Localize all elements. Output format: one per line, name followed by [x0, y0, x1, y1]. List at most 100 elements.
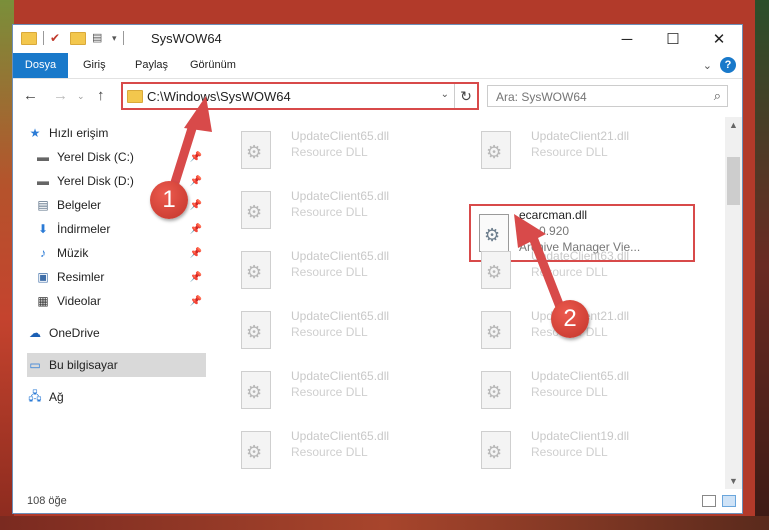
address-bar[interactable]: C:\Windows\SysWOW64 ⌄ ↻ [121, 82, 479, 110]
sidebar-item-label: Yerel Disk (C:) [57, 150, 134, 164]
file-tile[interactable]: UpdateClient65.dll Resource DLL [471, 363, 691, 419]
file-tile[interactable]: UpdateClient65.dll Resource DLL [231, 243, 451, 299]
close-button[interactable]: ✕ [696, 25, 742, 53]
maximize-button[interactable]: ☐ [650, 25, 696, 53]
file-name: UpdateClient65.dll [291, 429, 390, 443]
tab-home[interactable]: Giriş [83, 53, 106, 78]
file-name: ecarcman.dll [519, 208, 588, 222]
file-tile[interactable]: UpdateClient65.dll Resource DLL [231, 303, 451, 359]
address-path[interactable]: C:\Windows\SysWOW64 [147, 89, 291, 104]
scroll-up-icon[interactable]: ▲ [725, 117, 742, 133]
up-button[interactable]: ↑ [97, 87, 105, 104]
sidebar-item-pictures[interactable]: ▣ Resimler 📌 [35, 265, 206, 289]
file-name: UpdateClient65.dll [291, 309, 390, 323]
file-name: UpdateClient65.dll [531, 369, 630, 383]
tab-share[interactable]: Paylaş [135, 53, 168, 78]
file-name: UpdateClient19.dll [531, 429, 630, 443]
sidebar-item-network[interactable]: 🖧 Ağ [27, 385, 206, 409]
details-view-icon[interactable] [702, 495, 716, 507]
dll-file-icon [241, 131, 271, 169]
item-count: 108 öğe [27, 495, 67, 507]
dll-file-icon [481, 131, 511, 169]
pin-icon: 📌 [189, 151, 202, 163]
file-tile[interactable]: UpdateClient65.dll Resource DLL [231, 123, 451, 179]
pin-icon: 📌 [189, 271, 202, 283]
pin-icon: 📌 [189, 199, 202, 211]
sidebar-item-onedrive[interactable]: ☁ OneDrive [27, 321, 206, 345]
title-divider [122, 31, 124, 45]
pin-icon: 📌 [189, 223, 202, 235]
file-name: UpdateClient65.dll [291, 369, 390, 383]
sidebar-item-label: Belgeler [57, 198, 102, 212]
minimize-button[interactable]: ─ [604, 25, 650, 53]
search-icon[interactable]: ⌕ [714, 88, 721, 104]
recent-dropdown-icon[interactable]: ⌄ [77, 91, 85, 102]
file-name: UpdateClient65.dll [291, 189, 390, 203]
sidebar-item-this-pc[interactable]: ▭ Bu bilgisayar [27, 353, 206, 377]
file-description: Resource DLL [291, 145, 368, 159]
sidebar-item-label: Ağ [49, 390, 64, 404]
pin-icon: 📌 [189, 175, 202, 187]
folder-icon [21, 31, 37, 45]
expand-ribbon-icon[interactable]: ⌄ [703, 59, 712, 72]
sidebar-item-disk-c[interactable]: ▬ Yerel Disk (C:) 📌 [35, 145, 206, 169]
dll-file-icon [481, 311, 511, 349]
forward-button[interactable]: → [53, 87, 68, 104]
network-icon: 🖧 [28, 388, 42, 403]
file-name: UpdateClient65.dll [291, 249, 390, 263]
toolbar-dropdown-icon[interactable]: ▾ [112, 33, 117, 44]
search-input[interactable] [494, 88, 698, 106]
large-icons-view-icon[interactable] [722, 495, 736, 507]
tab-file[interactable]: Dosya [13, 53, 68, 78]
file-tile[interactable]: UpdateClient65.dll Resource DLL [231, 183, 451, 239]
desktop-background-right [755, 0, 769, 530]
back-button[interactable]: ← [23, 87, 38, 104]
file-version: 7.0.0.920 [519, 224, 570, 238]
help-icon[interactable]: ? [720, 57, 736, 73]
sidebar-item-label: İndirmeler [57, 222, 111, 236]
folder-icon [127, 90, 143, 103]
properties-icon[interactable]: ✔ [50, 31, 64, 45]
pin-icon: 📌 [189, 295, 202, 307]
file-tile[interactable]: UpdateClient63.dll Resource DLL [471, 243, 691, 299]
pictures-icon: ▣ [37, 270, 49, 284]
sidebar-item-label: Müzik [57, 246, 89, 260]
tab-view[interactable]: Görünüm [190, 53, 236, 78]
address-dropdown-icon[interactable]: ⌄ [441, 89, 449, 100]
vertical-scrollbar[interactable]: ▲ ▼ [725, 117, 742, 489]
customize-toolbar-icon[interactable]: ▤ [92, 31, 106, 45]
dll-file-icon [241, 431, 271, 469]
file-description: Resource DLL [531, 265, 608, 279]
sidebar-item-label: OneDrive [49, 326, 100, 340]
dll-file-icon [481, 371, 511, 409]
file-name: UpdateClient63.dll [531, 249, 630, 263]
dll-file-icon [481, 251, 511, 289]
scroll-thumb[interactable] [727, 157, 740, 205]
file-name: UpdateClient65.dll [291, 129, 390, 143]
file-tile[interactable]: UpdateClient65.dll Resource DLL [231, 423, 451, 477]
search-box[interactable]: ⌕ [487, 85, 728, 107]
file-tile[interactable]: UpdateClient19.dll Resource DLL [471, 423, 691, 477]
videos-icon: ▦ [37, 294, 49, 308]
file-tile[interactable]: UpdateClient21.dll Resource DLL [471, 123, 691, 179]
dll-file-icon [241, 371, 271, 409]
toolbar-divider [43, 31, 44, 45]
scroll-down-icon[interactable]: ▼ [725, 473, 742, 489]
file-description: Resource DLL [531, 145, 608, 159]
sidebar-item-music[interactable]: ♪ Müzik 📌 [35, 241, 206, 265]
file-tile[interactable]: UpdateClient65.dll Resource DLL [231, 363, 451, 419]
sidebar-item-quick-access[interactable]: ★ Hızlı erişim [27, 121, 220, 145]
computer-icon: ▭ [29, 358, 41, 372]
step-badge-2: 2 [551, 300, 589, 338]
drive-icon: ▬ [37, 174, 49, 188]
refresh-icon[interactable]: ↻ [454, 84, 477, 108]
navigation-bar: ← → ⌄ ↑ C:\Windows\SysWOW64 ⌄ ↻ ⌕ [13, 79, 742, 113]
sidebar-item-downloads[interactable]: ⬇ İndirmeler 📌 [35, 217, 206, 241]
file-name: UpdateClient21.dll [531, 129, 630, 143]
dll-file-icon [241, 311, 271, 349]
navigation-pane: ★ Hızlı erişim ▬ Yerel Disk (C:) 📌 ▬ Yer… [13, 117, 208, 472]
sidebar-item-label: Videolar [57, 294, 101, 308]
new-folder-icon[interactable] [70, 31, 86, 45]
drive-icon: ▬ [37, 150, 49, 164]
sidebar-item-videos[interactable]: ▦ Videolar 📌 [35, 289, 206, 313]
